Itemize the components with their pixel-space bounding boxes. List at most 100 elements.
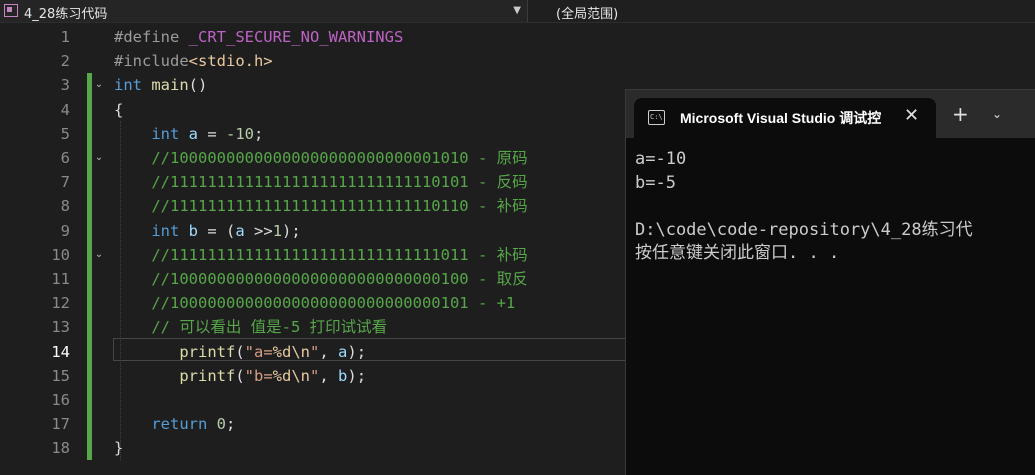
code-token: <stdio.h> xyxy=(188,52,273,71)
code-line[interactable]: int b = (a >>1); xyxy=(114,219,300,243)
console-output-line: D:\code\code-repository\4_28练习代 xyxy=(635,219,973,240)
code-token: main xyxy=(151,76,189,95)
code-token: 0 xyxy=(216,415,227,434)
change-indicator-bar xyxy=(87,73,92,460)
code-token: //10000000000000000000000000000101 - +1 xyxy=(151,294,516,313)
code-line[interactable]: //10000000000000000000000000000101 - +1 xyxy=(114,291,515,315)
code-token: 1 xyxy=(272,221,283,240)
code-token: >> xyxy=(244,221,273,240)
code-line[interactable]: #define _CRT_SECURE_NO_WARNINGS xyxy=(114,25,403,49)
line-number: 18 xyxy=(51,439,70,458)
line-number: 16 xyxy=(51,391,70,409)
code-token: " xyxy=(310,366,320,385)
code-token: printf xyxy=(179,342,236,361)
code-line[interactable]: //11111111111111111111111111110110 - 补码 xyxy=(114,194,528,218)
code-token: // 可以看出 值是-5 打印试试看 xyxy=(151,318,388,337)
line-number: 11 xyxy=(51,270,70,288)
file-dropdown[interactable]: 4_28练习代码 ▼ xyxy=(0,0,528,22)
line-number: 2 xyxy=(60,52,70,71)
fold-chevron-icon[interactable]: ⌄ xyxy=(94,146,104,170)
line-number: 3 xyxy=(60,76,70,95)
console-tab[interactable]: C:\ Microsoft Visual Studio 调试控 ✕ xyxy=(634,98,936,138)
code-token: //11111111111111111111111111110101 - 反码 xyxy=(151,173,528,192)
code-token: "a= xyxy=(244,342,273,361)
code-token: -10 xyxy=(226,124,255,143)
code-token: %d\n xyxy=(272,366,310,385)
code-token: //11111111111111111111111111110110 - 补码 xyxy=(151,197,528,216)
file-dropdown-label: 4_28练习代码 xyxy=(24,7,108,22)
code-line[interactable]: printf("a=%d\n", a); xyxy=(114,340,366,364)
console-titlebar: C:\ Microsoft Visual Studio 调试控 ✕ + ⌄ xyxy=(626,90,1035,138)
line-number: 1 xyxy=(60,28,70,46)
close-icon[interactable]: ✕ xyxy=(904,105,919,126)
line-number: 10 xyxy=(51,245,70,264)
code-token: b xyxy=(188,221,199,240)
code-token: , xyxy=(319,366,339,385)
line-number: 4 xyxy=(60,100,70,119)
code-token: //10000000000000000000000000001010 - 原码 xyxy=(151,149,528,167)
console-output-line: a=-10 xyxy=(635,149,687,169)
code-line[interactable]: { xyxy=(114,98,123,122)
console-output-line: 按任意键关闭此窗口. . . xyxy=(635,243,840,263)
debug-console-window[interactable]: C:\ Microsoft Visual Studio 调试控 ✕ + ⌄ a=… xyxy=(625,89,1035,475)
new-tab-button[interactable]: + xyxy=(952,104,969,124)
line-number: 15 xyxy=(51,366,70,385)
code-token: int xyxy=(114,76,142,95)
code-line[interactable]: //11111111111111111111111111111011 - 补码 xyxy=(114,243,528,267)
code-line[interactable]: int a = -10; xyxy=(114,122,263,146)
line-number: 8 xyxy=(60,197,70,216)
code-token: = xyxy=(198,124,227,143)
code-token: int xyxy=(151,221,180,240)
chevron-down-icon[interactable]: ⌄ xyxy=(992,107,1002,121)
terminal-icon: C:\ xyxy=(648,110,665,125)
fold-chevron-icon[interactable]: ⌄ xyxy=(94,73,104,97)
code-token: //11111111111111111111111111111011 - 补码 xyxy=(151,245,528,264)
code-token: ); xyxy=(347,366,367,385)
project-icon xyxy=(4,4,18,17)
code-token: return xyxy=(151,415,208,434)
code-line[interactable]: return 0; xyxy=(114,412,235,436)
code-line[interactable]: //10000000000000000000000000000100 - 取反 xyxy=(114,267,527,291)
chevron-down-icon: ▼ xyxy=(513,5,521,16)
code-line[interactable]: // 可以看出 值是-5 打印试试看 xyxy=(114,315,387,339)
code-line[interactable]: #include<stdio.h> xyxy=(114,49,273,73)
code-token: printf xyxy=(179,366,236,385)
navigation-bar: 4_28练习代码 ▼ (全局范围) xyxy=(0,0,1035,23)
code-token: () xyxy=(188,76,208,95)
code-token: ; xyxy=(254,124,264,143)
scope-dropdown[interactable]: (全局范围) xyxy=(556,3,618,22)
code-token: _CRT_SECURE_NO_WARNINGS xyxy=(188,28,404,46)
line-number: 12 xyxy=(51,294,70,313)
code-line[interactable]: printf("b=%d\n", b); xyxy=(114,364,366,388)
code-line[interactable]: } xyxy=(114,436,123,460)
line-number: 13 xyxy=(51,318,70,337)
console-title: Microsoft Visual Studio 调试控 xyxy=(680,110,882,126)
code-token: " xyxy=(310,342,320,361)
code-line[interactable]: //10000000000000000000000000001010 - 原码 xyxy=(114,146,528,170)
line-number: 5 xyxy=(60,124,70,143)
line-number: 14 xyxy=(51,342,70,361)
code-line[interactable]: //11111111111111111111111111110101 - 反码 xyxy=(114,170,528,194)
code-token: } xyxy=(114,439,124,458)
line-number: 9 xyxy=(60,221,70,240)
code-token: int xyxy=(151,124,180,143)
line-number: 17 xyxy=(51,415,70,434)
fold-chevron-icon[interactable]: ⌄ xyxy=(94,243,104,267)
code-token: , xyxy=(319,342,339,361)
code-line[interactable]: int main() xyxy=(114,73,207,97)
